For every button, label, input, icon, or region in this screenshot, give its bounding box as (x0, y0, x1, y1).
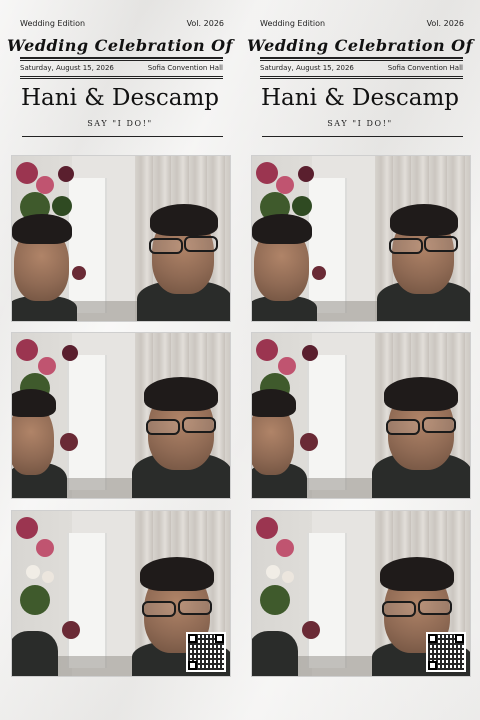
event-info: Saturday, August 15, 2026 Sofia Conventi… (20, 64, 223, 72)
booth-photo-3 (251, 510, 471, 677)
celebration-title: Wedding Celebration Of (6, 36, 233, 55)
divider (20, 57, 223, 59)
booth-photo-2 (251, 332, 471, 499)
divider (20, 78, 223, 79)
event-venue: Sofia Convention Hall (387, 64, 463, 72)
strip-header-top: Wedding Edition Vol. 2026 (260, 19, 464, 28)
divider (260, 60, 463, 61)
volume-label: Vol. 2026 (426, 19, 464, 28)
booth-photo-1 (11, 155, 231, 322)
couple-names: Hani & Descamp (260, 85, 459, 111)
divider (22, 136, 223, 137)
event-date: Saturday, August 15, 2026 (20, 64, 114, 72)
event-venue: Sofia Convention Hall (147, 64, 223, 72)
volume-label: Vol. 2026 (186, 19, 224, 28)
event-date: Saturday, August 15, 2026 (260, 64, 354, 72)
divider (262, 136, 463, 137)
tagline: SAY "I DO!" (327, 119, 393, 128)
edition-label: Wedding Edition (260, 19, 326, 28)
edition-label: Wedding Edition (20, 19, 86, 28)
event-info: Saturday, August 15, 2026 Sofia Conventi… (260, 64, 463, 72)
booth-photo-3 (11, 510, 231, 677)
photo-strip-right: Wedding Edition Vol. 2026 Wedding Celebr… (240, 0, 480, 720)
qr-code-icon (186, 632, 226, 672)
booth-photo-2 (11, 332, 231, 499)
couple-names: Hani & Descamp (20, 85, 219, 111)
divider (260, 78, 463, 79)
divider (20, 60, 223, 61)
celebration-title: Wedding Celebration Of (246, 36, 473, 55)
tagline: SAY "I DO!" (87, 119, 153, 128)
divider (260, 76, 463, 77)
qr-code-icon (426, 632, 466, 672)
strip-header-top: Wedding Edition Vol. 2026 (20, 19, 224, 28)
booth-photo-1 (251, 155, 471, 322)
divider (20, 76, 223, 77)
divider (260, 57, 463, 59)
photo-strip-left: Wedding Edition Vol. 2026 Wedding Celebr… (0, 0, 240, 720)
